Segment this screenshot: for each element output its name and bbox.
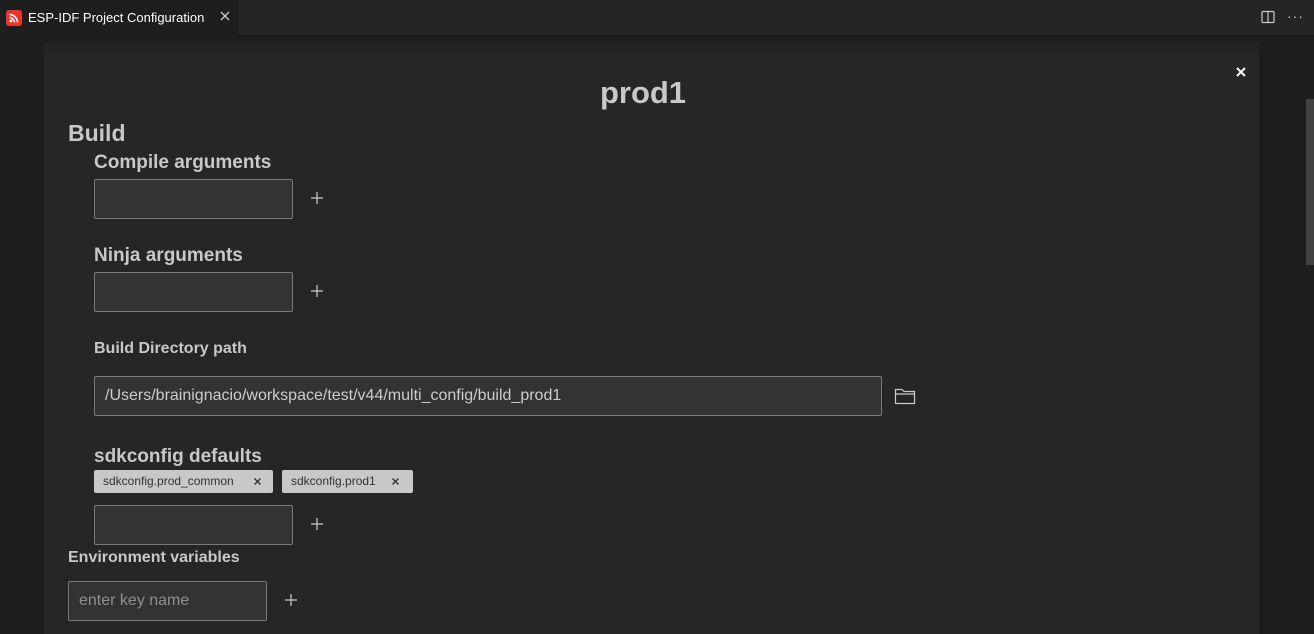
sdkconfig-chip: sdkconfig.prod_common — [94, 470, 273, 493]
compile-arguments-label: Compile arguments — [94, 152, 272, 173]
close-icon[interactable] — [218, 9, 232, 23]
folder-icon[interactable] — [894, 386, 916, 406]
plus-icon[interactable] — [310, 191, 324, 205]
tab-title: ESP-IDF Project Configuration — [28, 10, 205, 25]
env-key-input[interactable] — [68, 581, 267, 621]
environment-variables-label: Environment variables — [68, 549, 240, 566]
panel-top-strip — [44, 43, 1259, 53]
remove-chip-icon[interactable] — [252, 476, 263, 487]
compile-arguments-input[interactable] — [94, 179, 293, 219]
build-directory-input[interactable] — [94, 376, 882, 416]
more-actions-icon[interactable]: ··· — [1287, 9, 1303, 25]
page-title: prod1 — [599, 75, 687, 110]
sdkconfig-chip: sdkconfig.prod1 — [282, 470, 413, 493]
chip-label: sdkconfig.prod1 — [291, 474, 376, 488]
split-editor-icon[interactable] — [1261, 10, 1275, 24]
ninja-arguments-input[interactable] — [94, 272, 293, 312]
build-directory-label: Build Directory path — [94, 340, 247, 357]
sdkconfig-defaults-input[interactable] — [94, 505, 293, 545]
vertical-scrollbar[interactable] — [1306, 99, 1314, 265]
plus-icon[interactable] — [284, 593, 298, 607]
plus-icon[interactable] — [310, 284, 324, 298]
sdkconfig-defaults-label: sdkconfig defaults — [94, 446, 262, 467]
plus-icon[interactable] — [310, 517, 324, 531]
remove-chip-icon[interactable] — [390, 476, 401, 487]
esp-idf-logo-icon — [6, 10, 22, 26]
tab-esp-idf-project-configuration[interactable]: ESP-IDF Project Configuration — [0, 0, 238, 35]
editor-tab-bar: ESP-IDF Project Configuration ··· — [0, 0, 1314, 35]
chip-label: sdkconfig.prod_common — [103, 474, 234, 488]
build-heading: Build — [68, 120, 126, 146]
ninja-arguments-label: Ninja arguments — [94, 245, 243, 266]
